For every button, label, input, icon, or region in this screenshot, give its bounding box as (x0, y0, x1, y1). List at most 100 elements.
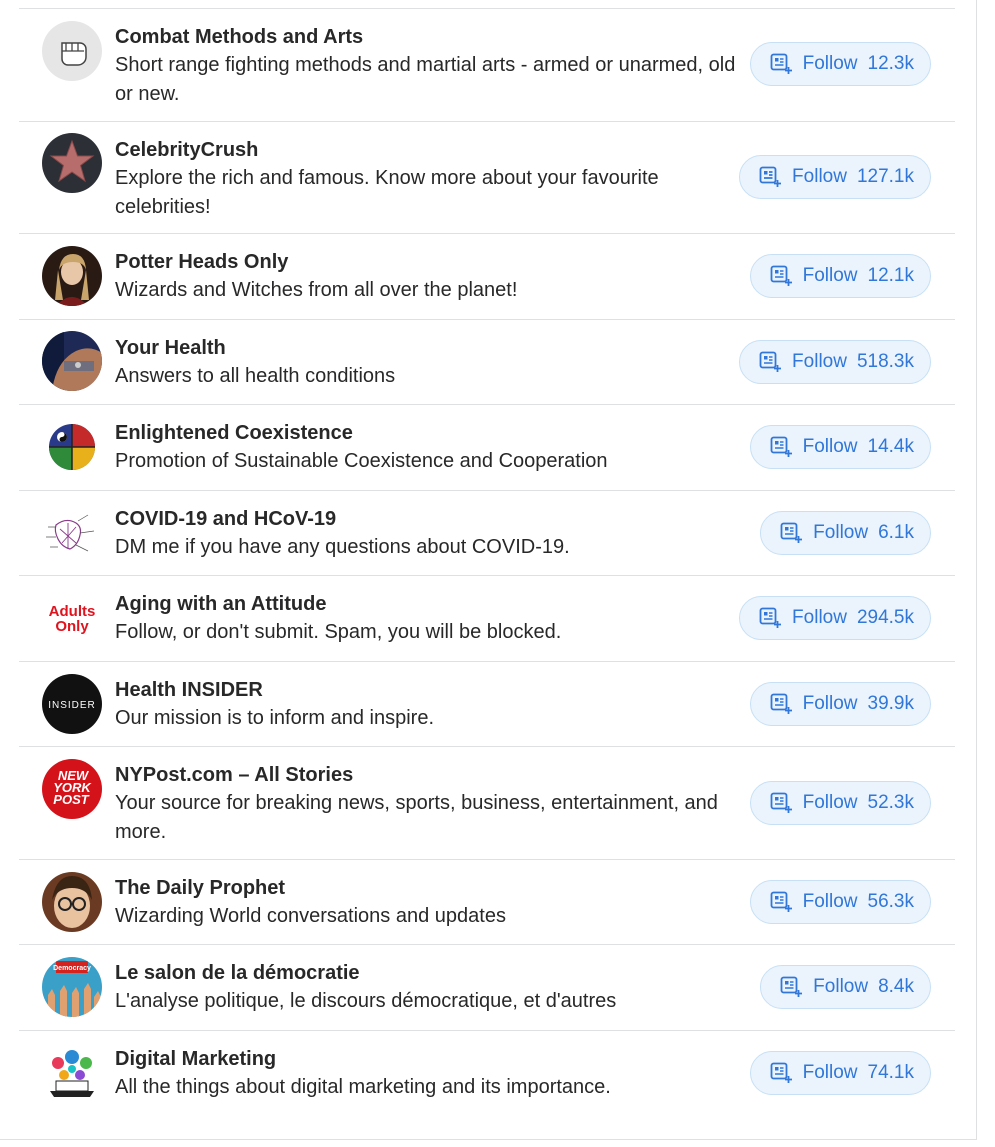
follow-space-icon (770, 891, 792, 912)
follow-label: Follow (802, 265, 858, 286)
follow-button[interactable]: Follow 294.5k (739, 596, 931, 640)
list-item[interactable]: Enlightened Coexistence Promotion of Sus… (19, 405, 955, 491)
space-description: Our mission is to inform and inspire. (115, 707, 435, 729)
follower-count: 127.1k (856, 166, 914, 187)
list-item[interactable]: INSIDER Health INSIDER Our mission is to… (19, 662, 955, 747)
follower-count: 52.3k (867, 792, 914, 813)
space-title[interactable]: Enlightened Coexistence (115, 419, 747, 447)
space-title[interactable]: Aging with an Attitude (115, 590, 747, 618)
space-avatar-daily-prophet[interactable] (42, 872, 102, 932)
follow-button[interactable]: Follow 127.1k (739, 155, 931, 199)
space-avatar-coexistence[interactable] (42, 417, 102, 477)
list-item[interactable]: Democracy Le salon de la démocratie L'an… (19, 945, 955, 1031)
follow-space-icon (780, 976, 803, 997)
follow-label: Follow (813, 976, 869, 997)
list-item[interactable]: COVID-19 and HCoV-19 DM me if you have a… (19, 491, 955, 576)
follow-label: Follow (802, 1062, 858, 1083)
space-title[interactable]: Health INSIDER (115, 676, 747, 704)
space-description: Short range fighting methods and martial… (115, 54, 736, 105)
follow-label: Follow (792, 166, 847, 187)
follower-count: 12.1k (867, 265, 914, 286)
list-item[interactable]: Adults Only Aging with an Attitude Follow… (19, 576, 955, 662)
follow-button[interactable]: Follow 52.3k (749, 781, 931, 825)
space-avatar-potter[interactable] (42, 246, 102, 306)
follower-count: 12.3k (867, 53, 914, 74)
space-description: Wizarding World conversations and update… (115, 905, 506, 927)
follow-label: Follow (802, 53, 858, 74)
space-description: DM me if you have any questions about CO… (115, 536, 570, 558)
space-text: Aging with an Attitude Follow, or don't … (115, 590, 747, 647)
list-item[interactable]: Digital Marketing All the things about d… (19, 1031, 955, 1117)
space-description: Explore the rich and famous. Know more a… (115, 167, 659, 218)
space-text: Enlightened Coexistence Promotion of Sus… (115, 419, 747, 476)
follow-label: Follow (802, 792, 858, 813)
space-text: Potter Heads Only Wizards and Witches fr… (115, 248, 747, 305)
space-description: L'analyse politique, le discours démocra… (115, 990, 617, 1012)
space-text: COVID-19 and HCoV-19 DM me if you have a… (115, 505, 747, 562)
space-text: The Daily Prophet Wizarding World conver… (115, 874, 747, 931)
space-avatar-democracy[interactable]: Democracy (42, 957, 102, 1017)
list-item[interactable]: NEW YORK POST NYPost.com – All Stories You… (19, 747, 955, 860)
space-text: Le salon de la démocratie L'analyse poli… (115, 959, 747, 1016)
follow-button[interactable]: Follow 8.4k (760, 965, 931, 1009)
follower-count: 8.4k (878, 976, 914, 997)
follow-space-icon (770, 693, 792, 714)
space-description: Follow, or don't submit. Spam, you will … (115, 621, 562, 643)
follow-button[interactable]: Follow 74.1k (749, 1051, 931, 1095)
list-item[interactable]: The Daily Prophet Wizarding World conver… (19, 860, 955, 945)
follow-space-icon (759, 166, 782, 187)
follower-count: 518.3k (856, 351, 914, 372)
follower-count: 14.4k (867, 436, 914, 457)
space-avatar-insider[interactable]: INSIDER (42, 674, 102, 734)
follow-label: Follow (802, 891, 858, 912)
follow-button[interactable]: Follow 6.1k (760, 511, 931, 555)
list-item[interactable]: Combat Methods and Arts Short range figh… (19, 9, 955, 122)
space-avatar-covid[interactable] (42, 503, 102, 563)
follow-space-icon (780, 522, 803, 543)
space-text: Combat Methods and Arts Short range figh… (115, 23, 747, 109)
list-item[interactable]: CelebrityCrush Explore the rich and famo… (19, 122, 955, 234)
follow-button[interactable]: Follow 12.3k (749, 42, 931, 86)
space-title[interactable]: The Daily Prophet (115, 874, 747, 902)
space-text: NYPost.com – All Stories Your source for… (115, 761, 747, 847)
follow-button[interactable]: Follow 39.9k (749, 682, 931, 726)
space-description: Wizards and Witches from all over the pl… (115, 279, 518, 301)
space-description: All the things about digital marketing a… (115, 1076, 611, 1098)
space-title[interactable]: Digital Marketing (115, 1045, 747, 1073)
follow-label: Follow (802, 436, 858, 457)
space-title[interactable]: CelebrityCrush (115, 136, 747, 164)
list-item[interactable]: Potter Heads Only Wizards and Witches fr… (19, 234, 955, 320)
space-avatar-digital-marketing[interactable] (42, 1043, 102, 1103)
space-title[interactable]: Your Health (115, 334, 747, 362)
follow-button[interactable]: Follow 518.3k (739, 340, 931, 384)
space-title[interactable]: COVID-19 and HCoV-19 (115, 505, 747, 533)
space-avatar-health[interactable] (42, 331, 102, 391)
follow-button[interactable]: Follow 12.1k (749, 254, 931, 298)
space-avatar-fist[interactable] (42, 21, 102, 81)
space-text: Digital Marketing All the things about d… (115, 1045, 747, 1102)
follow-button[interactable]: Follow 14.4k (749, 425, 931, 469)
space-avatar-adults-only[interactable]: Adults Only (42, 588, 102, 648)
follow-button[interactable]: Follow 56.3k (749, 880, 931, 924)
space-description: Promotion of Sustainable Coexistence and… (115, 450, 608, 472)
space-title[interactable]: Combat Methods and Arts (115, 23, 747, 51)
space-title[interactable]: NYPost.com – All Stories (115, 761, 747, 789)
democracy-sign-text: Democracy (53, 965, 91, 972)
follow-label: Follow (792, 607, 847, 628)
follower-count: 56.3k (867, 891, 914, 912)
space-title[interactable]: Le salon de la démocratie (115, 959, 747, 987)
space-title[interactable]: Potter Heads Only (115, 248, 747, 276)
follower-count: 74.1k (867, 1062, 914, 1083)
spaces-list: Combat Methods and Arts Short range figh… (19, 8, 955, 1117)
follow-space-icon (770, 265, 792, 286)
follow-space-icon (770, 1062, 792, 1083)
space-avatar-star[interactable] (42, 133, 102, 193)
follower-count: 39.9k (867, 693, 914, 714)
space-avatar-nypost[interactable]: NEW YORK POST (42, 759, 102, 819)
list-item[interactable]: Your Health Answers to all health condit… (19, 320, 955, 405)
follower-count: 6.1k (878, 522, 914, 543)
follow-space-icon (770, 53, 792, 74)
adults-only-logo-line2: Only (55, 618, 89, 635)
space-text: Health INSIDER Our mission is to inform … (115, 676, 747, 733)
follow-space-icon (770, 436, 792, 457)
